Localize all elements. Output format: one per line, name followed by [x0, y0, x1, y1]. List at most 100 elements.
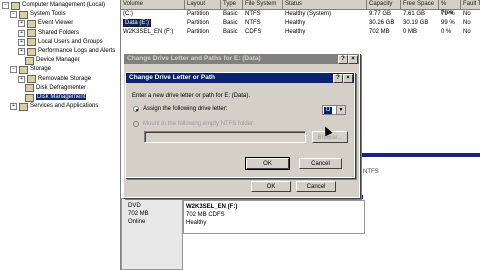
tree-item-label: Performance Logs and Alerts — [38, 48, 116, 54]
column-header-percent-free[interactable]: % Free — [439, 0, 461, 16]
expand-icon[interactable]: + — [18, 29, 25, 37]
tree-item[interactable]: + Local Users and Groups — [18, 38, 103, 47]
cell-text: Data (E:) — [123, 19, 152, 27]
cell-text: 0 MB — [403, 29, 418, 35]
cell-fault-tolerance: No — [461, 19, 471, 28]
cell-text: 30.19 GB — [403, 20, 429, 26]
cdrom-status: Online — [128, 219, 146, 225]
cell-text: 7.61 GB — [403, 11, 426, 17]
column-header-status[interactable]: Status — [283, 0, 367, 9]
close-button[interactable]: × — [348, 55, 358, 64]
drive-letter-value: D — [324, 107, 333, 114]
tree-item[interactable]: − Computer Management (Local) — [2, 1, 105, 10]
cell-capacity: 30.26 GB — [367, 19, 394, 28]
expand-icon[interactable]: + — [18, 20, 25, 28]
cell-text: Partition — [187, 29, 210, 35]
tree-item[interactable]: Disk Defragmenter — [18, 84, 86, 93]
cell-free-space: 0 MB — [401, 28, 417, 37]
collapse-icon[interactable]: − — [2, 2, 9, 9]
close-button[interactable]: × — [343, 74, 353, 83]
mount-folder-radio[interactable] — [133, 121, 139, 127]
tree-item[interactable]: + Shared Folders — [18, 29, 79, 38]
volume-row[interactable]: Data (E:) Partition Basic NTFS Healthy 30.26 … — [121, 19, 480, 28]
assign-letter-label[interactable]: Assign the following drive letter: — [143, 106, 227, 112]
cell-percent-free: 0 % — [439, 28, 451, 37]
column-header-layout[interactable]: Layout — [185, 0, 221, 9]
cell-text: 9.77 GB — [369, 11, 392, 17]
inner-cancel-button[interactable]: Cancel — [299, 158, 342, 169]
mount-folder-label[interactable]: Mount in the following empty NTFS folder… — [143, 121, 255, 127]
help-button[interactable]: ? — [338, 55, 348, 64]
folder-icon — [25, 84, 34, 93]
partition-status: Healthy — [186, 220, 207, 226]
cell-text: No — [463, 29, 471, 35]
tree-item[interactable]: Disk Management — [18, 93, 87, 102]
collapse-icon[interactable]: − — [10, 66, 17, 74]
folder-icon — [27, 38, 36, 47]
tree-item[interactable]: Device Manager — [18, 56, 80, 65]
folder-icon — [27, 19, 36, 28]
partition-filesystem: 702 MB CDFS — [186, 212, 225, 218]
folder-icon — [27, 47, 36, 56]
cell-type: Basic — [221, 28, 238, 37]
cell-layout: Partition — [185, 19, 209, 28]
outer-ok-button[interactable]: OK — [251, 181, 291, 192]
tree-item[interactable]: − Storage — [10, 65, 51, 74]
cell-free-space: 7.61 GB — [401, 10, 425, 19]
cell-percent-free: 99 % — [439, 19, 455, 28]
volume-row[interactable]: W2K3SEL_EN (F:) Partition Basic CDFS Healthy… — [121, 28, 480, 37]
cell-volume: (C:) — [121, 10, 133, 19]
tree-item-label: System Tools — [30, 11, 66, 18]
tree-item[interactable]: + Event Viewer — [18, 19, 73, 28]
outer-dialog-titlebar[interactable]: Change Drive Letter and Paths for E: (Da… — [124, 54, 359, 64]
tree-item-label: Storage — [30, 66, 52, 73]
cell-file-system: NTFS — [243, 10, 261, 19]
cell-text: Healthy (System) — [285, 11, 332, 17]
tree-item[interactable]: + Removable Storage — [18, 75, 91, 84]
folder-icon — [11, 1, 20, 10]
expand-icon[interactable]: + — [10, 103, 17, 111]
column-header-file-system[interactable]: File System — [243, 0, 283, 9]
change-drive-letter-dialog: Change Drive Letter or Path ? × Enter a … — [125, 72, 355, 178]
cell-status: Healthy — [283, 28, 305, 37]
cdrom-disk-label[interactable]: DVD 702 MB Online — [121, 198, 183, 270]
cdrom-partition[interactable]: W2K3SEL_EN (F:) 702 MB CDFS Healthy — [183, 200, 365, 234]
folder-icon — [27, 29, 36, 38]
tree-item-label: Event Viewer — [38, 20, 74, 27]
tree-item[interactable]: + Services and Applications — [10, 102, 98, 111]
inner-dialog-titlebar[interactable]: Change Drive Letter or Path ? × — [126, 73, 354, 83]
cell-text: Basic — [223, 29, 238, 35]
column-header-capacity[interactable]: Capacity — [367, 0, 401, 9]
cell-text: W2K3SEL_EN (F:) — [123, 29, 174, 35]
column-header-volume[interactable]: Volume — [121, 0, 185, 9]
cell-fault-tolerance: No — [461, 28, 471, 37]
outer-cancel-button[interactable]: Cancel — [296, 181, 336, 192]
column-header-fault-tolerance[interactable]: Fault Tolera — [461, 0, 480, 9]
mount-folder-path-input[interactable] — [144, 131, 306, 143]
cell-text: (C:) — [123, 11, 133, 17]
expand-icon[interactable]: + — [18, 38, 25, 46]
tree-item[interactable]: + Performance Logs and Alerts — [18, 47, 115, 56]
volume-row[interactable]: (C:) Partition Basic NTFS Healthy (System) 9.… — [121, 10, 480, 19]
cell-text: 99 % — [441, 20, 455, 26]
assign-letter-radio[interactable] — [133, 106, 139, 112]
chevron-down-icon[interactable]: ▼ — [336, 106, 345, 114]
expand-icon[interactable]: + — [18, 75, 25, 83]
cell-file-system: CDFS — [243, 28, 261, 37]
folder-icon — [25, 56, 34, 65]
column-header-type[interactable]: Type — [221, 0, 243, 9]
outer-dialog-title: Change Drive Letter and Paths for E: (Da… — [127, 55, 261, 62]
cell-fault-tolerance: No — [461, 10, 471, 19]
cell-file-system: NTFS — [243, 19, 261, 28]
help-button[interactable]: ? — [333, 74, 343, 83]
column-header-free-space[interactable]: Free Space — [401, 0, 439, 9]
tree-item-label: Device Manager — [36, 57, 80, 64]
tree-item[interactable]: − System Tools — [10, 10, 66, 19]
collapse-icon[interactable]: − — [10, 11, 17, 19]
tree-item-label: Local Users and Groups — [38, 38, 103, 45]
inner-ok-button[interactable]: OK — [245, 157, 290, 170]
drive-letter-select[interactable]: D ▼ — [322, 105, 346, 115]
expand-icon[interactable]: + — [18, 48, 25, 55]
